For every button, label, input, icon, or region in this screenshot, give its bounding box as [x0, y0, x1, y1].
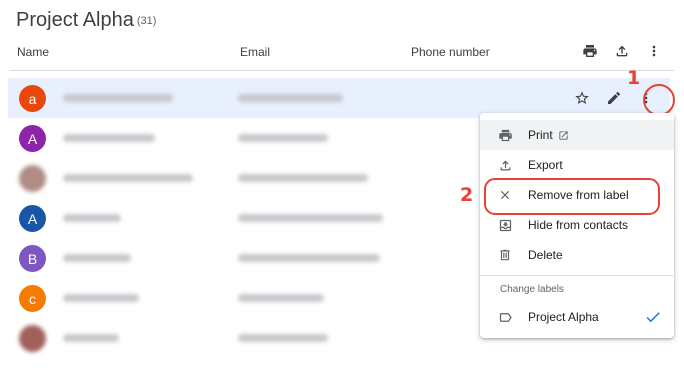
- export-icon[interactable]: [612, 41, 632, 61]
- label-title: Project Alpha: [16, 9, 134, 31]
- label-icon: [497, 309, 513, 325]
- annotation-step1-number: 1: [627, 67, 641, 89]
- contact-email-redacted: [238, 174, 368, 182]
- contact-email-redacted: [238, 294, 324, 302]
- contact-name-redacted: [63, 214, 121, 222]
- print-label: Print: [528, 128, 553, 142]
- header-actions: [580, 41, 664, 61]
- contact-email-redacted: [238, 334, 328, 342]
- contact-context-menu: Print Export Remove from label Hide from…: [480, 113, 674, 338]
- menu-item-label: Delete: [528, 248, 563, 262]
- trash-icon: [497, 247, 513, 263]
- close-icon: [497, 187, 513, 203]
- page-title: Project Alpha (31): [16, 9, 156, 32]
- contact-name-redacted: [63, 254, 131, 262]
- contact-row-selected[interactable]: a: [8, 78, 670, 118]
- menu-item-label: Project Alpha: [528, 310, 599, 324]
- avatar: a: [19, 85, 46, 112]
- contact-email-redacted: [238, 94, 343, 102]
- contact-count: (31): [136, 15, 157, 27]
- column-header-name: Name: [17, 45, 50, 59]
- avatar: A: [19, 205, 46, 232]
- export-icon: [497, 157, 513, 173]
- menu-item-hide-from-contacts[interactable]: Hide from contacts: [480, 210, 674, 240]
- avatar: [19, 325, 46, 352]
- archive-icon: [497, 217, 513, 233]
- print-icon: [497, 127, 513, 143]
- avatar: [19, 165, 46, 192]
- menu-item-label: Print: [528, 128, 569, 144]
- edit-icon[interactable]: [602, 86, 626, 110]
- column-header-email: Email: [240, 45, 271, 59]
- star-icon[interactable]: [570, 86, 594, 110]
- contact-name-redacted: [63, 174, 193, 182]
- check-icon: [644, 308, 662, 329]
- contact-name-redacted: [63, 294, 139, 302]
- more-vert-icon[interactable]: [644, 41, 664, 61]
- menu-item-export[interactable]: Export: [480, 150, 674, 180]
- print-icon[interactable]: [580, 41, 600, 61]
- contact-name-redacted: [63, 134, 155, 142]
- menu-item-print[interactable]: Print: [480, 120, 674, 150]
- menu-item-label-project-alpha[interactable]: Project Alpha: [480, 302, 674, 332]
- annotation-circle-step1: [643, 84, 675, 116]
- header-divider: [10, 70, 674, 71]
- menu-divider: [480, 275, 674, 276]
- contact-name-redacted: [63, 94, 173, 102]
- contact-email-redacted: [238, 214, 383, 222]
- contact-email-redacted: [238, 134, 328, 142]
- column-header-phone: Phone number: [411, 45, 490, 59]
- menu-item-delete[interactable]: Delete: [480, 240, 674, 270]
- menu-section-change-labels: Change labels: [500, 284, 564, 295]
- contact-email-redacted: [238, 254, 380, 262]
- open-in-new-icon: [558, 130, 569, 144]
- annotation-step2-number: 2: [460, 184, 474, 206]
- menu-item-label: Export: [528, 158, 563, 172]
- contact-name-redacted: [63, 334, 119, 342]
- avatar: c: [19, 285, 46, 312]
- menu-item-remove-from-label[interactable]: Remove from label: [480, 180, 674, 210]
- avatar: A: [19, 125, 46, 152]
- menu-item-label: Hide from contacts: [528, 218, 629, 232]
- menu-item-label: Remove from label: [528, 188, 629, 202]
- avatar: B: [19, 245, 46, 272]
